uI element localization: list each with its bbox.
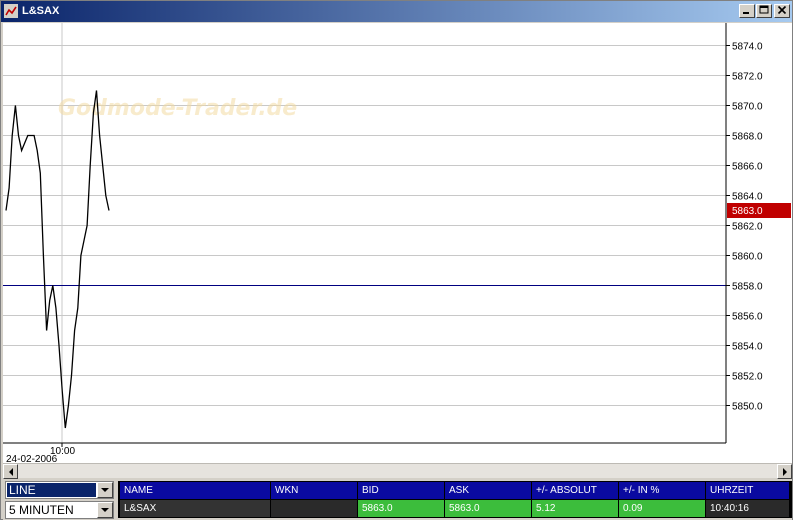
header-bid[interactable]: BID (358, 482, 445, 499)
price-chart: Godmode-Trader.de 5874.05872.05870.05868… (3, 23, 791, 465)
maximize-button[interactable] (756, 4, 772, 18)
y-tick-label: 5852.0 (732, 372, 763, 383)
y-tick-label: 5854.0 (732, 342, 763, 353)
close-button[interactable] (774, 4, 790, 18)
chart-app-icon (4, 4, 18, 18)
scroll-right-button[interactable] (777, 464, 792, 479)
minimize-icon (743, 12, 749, 14)
y-tick-label: 5872.0 (732, 72, 763, 83)
cell-ask: 5863.0 (445, 500, 532, 517)
y-tick-label: 5870.0 (732, 102, 763, 113)
y-tick-label: 5874.0 (732, 42, 763, 53)
cell-bid: 5863.0 (358, 500, 445, 517)
arrow-right-icon (783, 468, 787, 476)
header-wkn[interactable]: WKN (271, 482, 358, 499)
cell-change-percent: 0.09 (619, 500, 706, 517)
header-change-percent[interactable]: +/- IN % (619, 482, 706, 499)
bottom-panel: LINE 5 MINUTEN NAME WKN BID ASK +/- ABSO… (3, 479, 792, 520)
chart-grid (3, 23, 726, 443)
header-change-absolute[interactable]: +/- ABSOLUT (532, 482, 619, 499)
title-bar[interactable]: L&SAX (1, 1, 792, 22)
y-tick-label: 5866.0 (732, 162, 763, 173)
minimize-button[interactable] (739, 4, 755, 18)
interval-select[interactable]: 5 MINUTEN (5, 501, 114, 519)
y-tick-label: 5864.0 (732, 192, 763, 203)
interval-dropdown-button[interactable] (97, 502, 113, 518)
close-icon (777, 5, 787, 15)
cell-wkn (271, 500, 358, 517)
horizontal-scrollbar[interactable] (3, 463, 792, 479)
scroll-left-button[interactable] (3, 464, 18, 479)
chart-type-dropdown-button[interactable] (97, 482, 113, 498)
header-time[interactable]: UHRZEIT (706, 482, 790, 499)
header-ask[interactable]: ASK (445, 482, 532, 499)
chart-type-select[interactable]: LINE (5, 481, 114, 499)
quote-table: NAME WKN BID ASK +/- ABSOLUT +/- IN % UH… (118, 481, 792, 518)
chart-area[interactable]: Godmode-Trader.de 5874.0 5872.0 5870.0 5868… (3, 23, 792, 465)
date-label: 24-02-2006 (6, 454, 58, 463)
interval-value: 5 MINUTEN (9, 503, 74, 517)
y-tick-label: 5856.0 (732, 312, 763, 323)
maximize-icon (759, 5, 769, 14)
y-axis-ticks: 5874.0 5872.0 5870.0 5868.0 5866.0 5864.0 5862… (726, 42, 763, 413)
cell-change-absolute: 5.12 (532, 500, 619, 517)
chart-window: L&SAX Godmode-Trader.de 5874.0 5872.0 5870… (0, 0, 793, 520)
chevron-down-icon (101, 488, 109, 492)
y-tick-label: 5858.0 (732, 282, 763, 293)
arrow-left-icon (9, 468, 13, 476)
cell-name[interactable]: L&SAX (120, 500, 271, 517)
current-price-label: 5863.0 (732, 206, 763, 217)
chart-type-value: LINE (7, 483, 96, 497)
y-tick-label: 5850.0 (732, 402, 763, 413)
y-tick-label: 5868.0 (732, 132, 763, 143)
header-name[interactable]: NAME (120, 482, 271, 499)
window-title: L&SAX (22, 5, 60, 17)
price-series-line (5, 90, 110, 429)
cell-time: 10:40:16 (706, 500, 790, 517)
chevron-down-icon (101, 508, 109, 512)
y-tick-label: 5862.0 (732, 222, 763, 233)
y-tick-label: 5860.0 (732, 252, 763, 263)
